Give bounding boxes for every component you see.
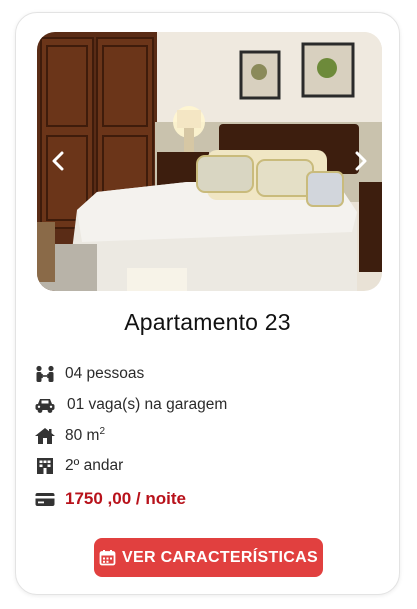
house-icon	[34, 427, 56, 445]
area-value: 80 m	[65, 427, 100, 445]
car-icon	[34, 396, 56, 414]
feature-text: 2º andar	[65, 457, 124, 474]
credit-card-icon	[34, 490, 56, 508]
calendar-icon	[99, 549, 116, 566]
listing-title: Apartamento 23	[124, 309, 291, 335]
chevron-left-icon	[52, 151, 64, 171]
feature-text: 80 m2	[65, 426, 105, 445]
feature-text: 04 pessoas	[65, 365, 145, 382]
feature-area: 80 m2	[34, 426, 105, 445]
feature-parking: 01 vaga(s) na garagem	[34, 396, 227, 414]
view-features-label: VER CARACTERÍSTICAS	[122, 548, 318, 566]
feature-price: 1750 ,00 / noite	[34, 489, 186, 509]
bedroom-image	[37, 32, 382, 291]
feature-text: 01 vaga(s) na garagem	[67, 396, 228, 413]
listing-card: Apartamento 23 04 pessoas 01 vaga(s) na …	[15, 12, 400, 595]
feature-floor: 2º andar	[34, 457, 123, 475]
carousel-next-button[interactable]	[348, 144, 374, 178]
price-text: 1750 ,00 / noite	[65, 489, 186, 508]
feature-guests: 04 pessoas	[34, 365, 144, 383]
people-icon	[34, 365, 56, 383]
building-icon	[34, 457, 56, 475]
listing-photo[interactable]	[37, 32, 382, 291]
carousel-prev-button[interactable]	[45, 144, 71, 178]
chevron-right-icon	[355, 151, 367, 171]
view-features-button[interactable]: VER CARACTERÍSTICAS	[94, 538, 323, 577]
area-unit-superscript: 2	[99, 426, 106, 437]
